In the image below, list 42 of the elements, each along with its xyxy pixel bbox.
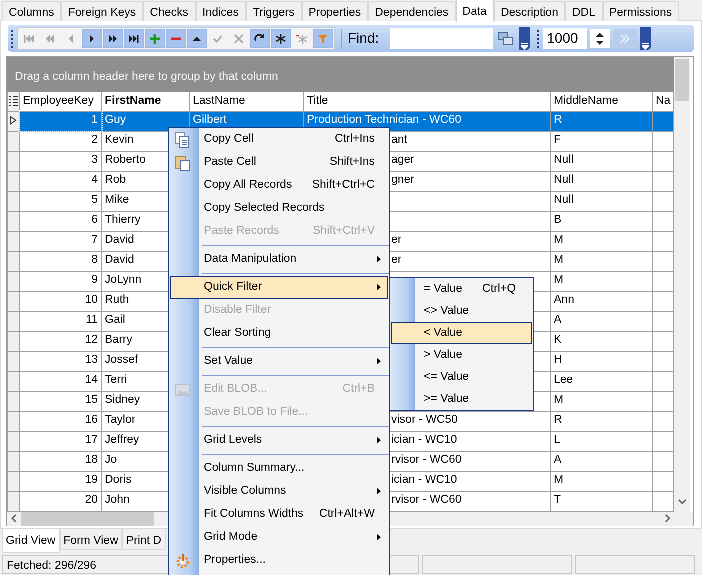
table-cell: Null	[550, 191, 652, 211]
table-cell: M	[550, 471, 652, 491]
table-cell: 8	[20, 251, 102, 271]
table-cell: B	[550, 211, 652, 231]
table-cell: 15	[20, 391, 102, 411]
table-cell: K	[550, 331, 652, 351]
table-cell: 7	[20, 231, 102, 251]
table-cell: H	[550, 351, 652, 371]
table-cell: 12	[20, 331, 102, 351]
table-cell: R	[550, 411, 652, 431]
table-cell: Null	[550, 151, 652, 171]
table-cell: M	[550, 231, 652, 251]
table-cell: 11	[20, 311, 102, 331]
table-cell: 4	[20, 171, 102, 191]
table-cell: 5	[20, 191, 102, 211]
table-cell: M	[550, 271, 652, 291]
table-cell: 20	[20, 491, 102, 511]
table-cell: F	[550, 131, 652, 151]
table-cell: 18	[20, 451, 102, 471]
table-cell: T	[550, 491, 652, 511]
table-cell: 17	[20, 431, 102, 451]
table-cell: 1	[20, 111, 102, 131]
group-by-panel: Drag a column header here to group by that column	[7, 57, 674, 92]
table-cell: Null	[550, 171, 652, 191]
table-cell: 3	[20, 151, 102, 171]
table-cell: Lee	[550, 371, 652, 391]
table-cell: M	[550, 251, 652, 271]
table-cell: 19	[20, 471, 102, 491]
find-label: Find:	[348, 29, 380, 48]
table-cell: 16	[20, 411, 102, 431]
table-cell: A	[550, 311, 652, 331]
table-cell: 10	[20, 291, 102, 311]
table-cell: 14	[20, 371, 102, 391]
table-cell: 2	[20, 131, 102, 151]
table-cell: 9	[20, 271, 102, 291]
table-cell: L	[550, 431, 652, 451]
table-cell: 6	[20, 211, 102, 231]
table-cell: R	[550, 111, 652, 131]
table-cell: 13	[20, 351, 102, 371]
table-cell: M	[550, 391, 652, 411]
table-cell: A	[550, 451, 652, 471]
table-cell: Ann	[550, 291, 652, 311]
